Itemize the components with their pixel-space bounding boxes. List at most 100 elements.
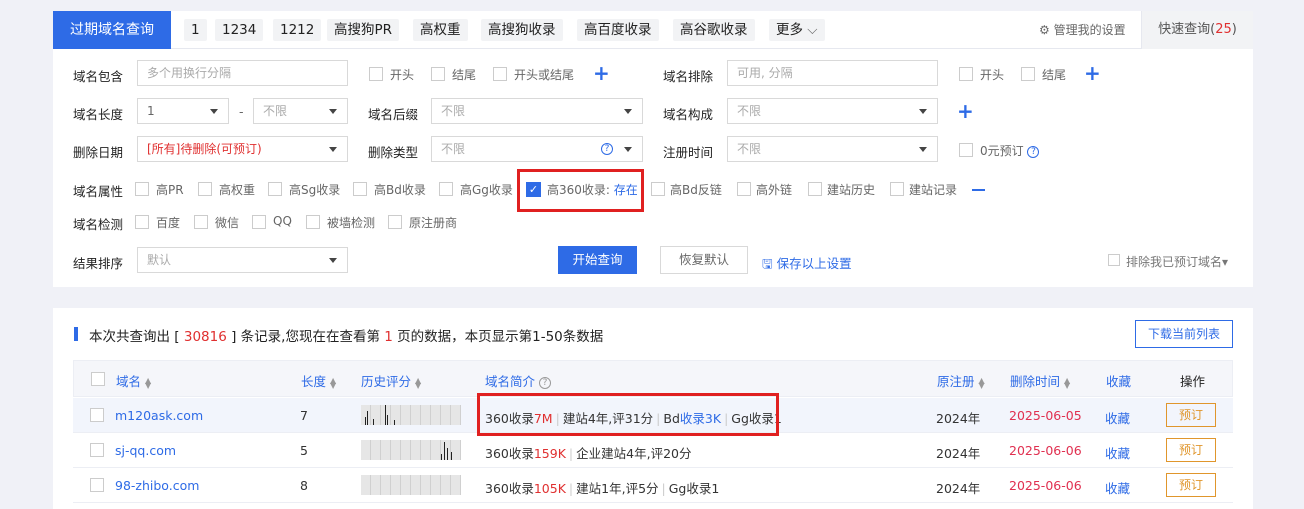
col-history[interactable]: 历史评分 ▲ ▼ bbox=[361, 371, 421, 390]
col-del-time[interactable]: 删除时间 ▲ ▼ bbox=[1010, 371, 1070, 390]
quick-tab-baidu-index[interactable]: 高百度收录 bbox=[577, 19, 659, 41]
attr-sg-checkbox[interactable] bbox=[268, 182, 282, 196]
col-domain[interactable]: 域名 ▲ ▼ bbox=[116, 371, 151, 390]
detect-baidu-checkbox[interactable] bbox=[135, 215, 149, 229]
attr-history-checkbox[interactable] bbox=[808, 182, 822, 196]
detect-qq-checkbox[interactable] bbox=[252, 215, 266, 229]
domain-link[interactable]: 98-zhibo.com bbox=[115, 478, 199, 493]
reg-time-select[interactable]: 不限 bbox=[727, 136, 938, 162]
help-icon[interactable]: ? bbox=[601, 143, 613, 155]
highlight-box bbox=[517, 169, 644, 212]
attr-record-checkbox[interactable] bbox=[890, 182, 904, 196]
composition-select[interactable]: 不限 bbox=[727, 98, 938, 124]
help-icon[interactable]: ? bbox=[1027, 145, 1040, 158]
composition-label: 域名构成 bbox=[663, 107, 714, 122]
length-from-select[interactable]: 1 bbox=[137, 98, 229, 124]
exclude-start-label: 开头 bbox=[980, 68, 1005, 82]
history-score-chart bbox=[361, 475, 461, 495]
quick-tab-1234[interactable]: 1234 bbox=[215, 19, 264, 41]
sort-icon: ▲ ▼ bbox=[330, 375, 337, 390]
quick-tab-google-index[interactable]: 高谷歌收录 bbox=[673, 19, 755, 41]
attr-gg-checkbox[interactable] bbox=[439, 182, 453, 196]
detect-wechat-label: 微信 bbox=[215, 216, 240, 230]
exclude-reserved-text: 排除我已预订域名 bbox=[1126, 255, 1223, 269]
fav-link[interactable]: 收藏 bbox=[1105, 443, 1130, 462]
detect-wall-label: 被墙检测 bbox=[327, 216, 376, 230]
history-score-chart bbox=[361, 440, 461, 460]
domain-link[interactable]: sj-qq.com bbox=[115, 443, 176, 458]
suffix-select[interactable]: 不限 bbox=[431, 98, 643, 124]
delete-date-select[interactable]: [所有]待删除(可预订) bbox=[137, 136, 348, 162]
more-dropdown[interactable]: 更多 ⌵ bbox=[769, 19, 825, 41]
quick-query-button[interactable]: 快速查询(25) bbox=[1141, 11, 1253, 49]
contains-either-label: 开头或结尾 bbox=[514, 68, 575, 82]
collapse-minus-icon[interactable] bbox=[972, 189, 985, 191]
add-composition-plus-icon[interactable]: + bbox=[957, 101, 974, 121]
more-label: 更多 bbox=[776, 22, 803, 38]
intro-site: 企业建站4年,评20分 bbox=[576, 446, 692, 461]
attr-bd-backlink-checkbox[interactable] bbox=[651, 182, 665, 196]
add-exclude-plus-icon[interactable]: + bbox=[1084, 63, 1101, 83]
row-checkbox[interactable] bbox=[90, 478, 104, 492]
tab-expired-domain-query[interactable]: 过期域名查询 bbox=[53, 11, 171, 49]
reset-button[interactable]: 恢复默认 bbox=[660, 246, 748, 274]
zero-price-checkbox[interactable] bbox=[959, 143, 973, 157]
exclude-reserved-label[interactable]: 排除我已预订域名▾ bbox=[1126, 253, 1228, 270]
sort-icon: ▲ ▼ bbox=[415, 375, 422, 390]
detect-wechat-checkbox[interactable] bbox=[194, 215, 208, 229]
row-checkbox[interactable] bbox=[90, 443, 104, 457]
attr-outlink-checkbox[interactable] bbox=[737, 182, 751, 196]
contains-input[interactable]: 多个用换行分隔 bbox=[137, 60, 348, 86]
reserve-button[interactable]: 预订 bbox=[1166, 403, 1216, 427]
history-score-chart bbox=[361, 405, 461, 425]
quick-tab-sogou-index[interactable]: 高搜狗收录 bbox=[481, 19, 563, 41]
detect-registrar-checkbox[interactable] bbox=[388, 215, 402, 229]
quick-tab-1[interactable]: 1 bbox=[184, 19, 207, 41]
filter-panel: 过期域名查询 1 1234 1212 高搜狗PR 高权重 高搜狗收录 高百度收录… bbox=[53, 11, 1253, 287]
detect-wall-checkbox[interactable] bbox=[306, 215, 320, 229]
reserve-button[interactable]: 预订 bbox=[1166, 473, 1216, 497]
save-settings-link[interactable]: 🖫 保存以上设置 bbox=[762, 253, 852, 276]
attr-pr-checkbox[interactable] bbox=[135, 182, 149, 196]
quick-query-close: ) bbox=[1231, 22, 1237, 37]
row-checkbox[interactable] bbox=[90, 408, 104, 422]
exclude-reserved-checkbox[interactable] bbox=[1108, 254, 1120, 266]
tab-bar: 过期域名查询 1 1234 1212 高搜狗PR 高权重 高搜狗收录 高百度收录… bbox=[53, 11, 1253, 49]
exclude-end-checkbox[interactable] bbox=[1021, 67, 1035, 81]
detect-label: 域名检测 bbox=[73, 217, 124, 232]
quick-tab-weight[interactable]: 高权重 bbox=[413, 19, 468, 41]
sort-select[interactable]: 默认 bbox=[137, 247, 348, 273]
quick-tab-sogou-pr[interactable]: 高搜狗PR bbox=[327, 19, 400, 41]
contains-start-checkbox[interactable] bbox=[369, 67, 383, 81]
zero-price-label: 0元预订 ? bbox=[980, 142, 1040, 159]
quick-tab-1212[interactable]: 1212 bbox=[273, 19, 322, 41]
start-search-button[interactable]: 开始查询 bbox=[558, 246, 637, 274]
attr-weight-checkbox[interactable] bbox=[198, 182, 212, 196]
delete-type-select[interactable]: 不限? bbox=[431, 136, 643, 162]
exclude-input[interactable]: 可用, 分隔 bbox=[727, 60, 938, 86]
col-fav: 收藏 bbox=[1106, 374, 1132, 389]
attr-record-label: 建站记录 bbox=[909, 183, 958, 197]
zero-price-text: 0元预订 bbox=[980, 144, 1024, 158]
manage-settings-link[interactable]: ⚙ 管理我的设置 bbox=[1039, 11, 1126, 49]
col-orig-reg[interactable]: 原注册 ▲ ▼ bbox=[937, 371, 985, 390]
download-list-button[interactable]: 下载当前列表 bbox=[1135, 320, 1233, 348]
help-icon[interactable]: ? bbox=[539, 376, 551, 389]
col-length[interactable]: 长度 ▲ ▼ bbox=[301, 371, 336, 390]
domain-link[interactable]: m120ask.com bbox=[115, 408, 203, 423]
contains-either-checkbox[interactable] bbox=[493, 67, 507, 81]
attr-bd-checkbox[interactable] bbox=[353, 182, 367, 196]
fav-link[interactable]: 收藏 bbox=[1105, 478, 1130, 497]
save-icon: 🖫 bbox=[762, 256, 773, 271]
domain-intro: 360收录105K | 建站1年,评5分 | Gg收录1 bbox=[485, 481, 720, 496]
exclude-start-checkbox[interactable] bbox=[959, 67, 973, 81]
intro-gg: Gg收录1 bbox=[668, 481, 720, 496]
results-panel: 本次共查询出 [ 30816 ] 条记录,您现在在查看第 1 页的数据，本页显示… bbox=[53, 308, 1253, 509]
length-to-select[interactable]: 不限 bbox=[253, 98, 348, 124]
contains-end-checkbox[interactable] bbox=[431, 67, 445, 81]
select-all-checkbox[interactable] bbox=[91, 372, 105, 386]
suffix-label: 域名后缀 bbox=[368, 107, 419, 122]
fav-link[interactable]: 收藏 bbox=[1105, 408, 1130, 427]
reserve-button[interactable]: 预订 bbox=[1166, 438, 1216, 462]
add-contains-plus-icon[interactable]: + bbox=[593, 63, 610, 83]
